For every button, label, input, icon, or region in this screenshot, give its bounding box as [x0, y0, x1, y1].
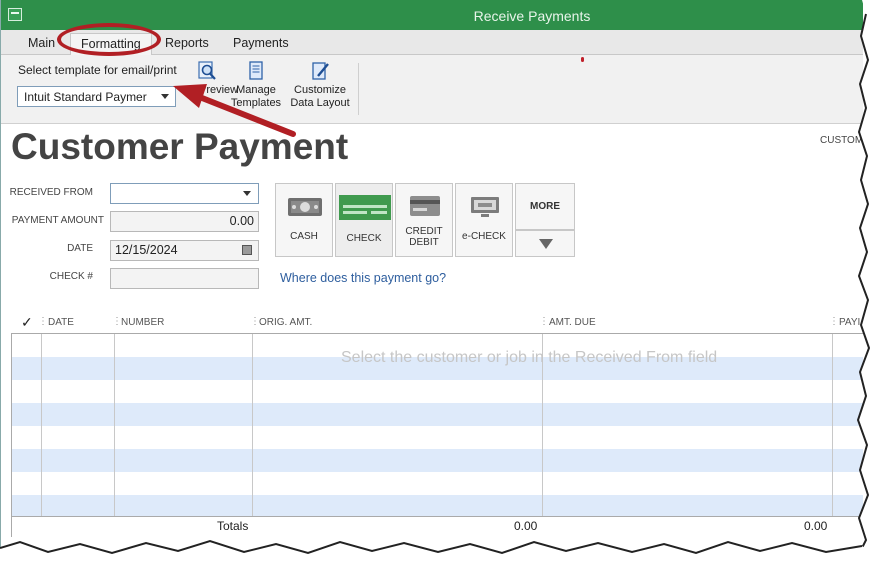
torn-edge-frame — [0, 0, 895, 567]
